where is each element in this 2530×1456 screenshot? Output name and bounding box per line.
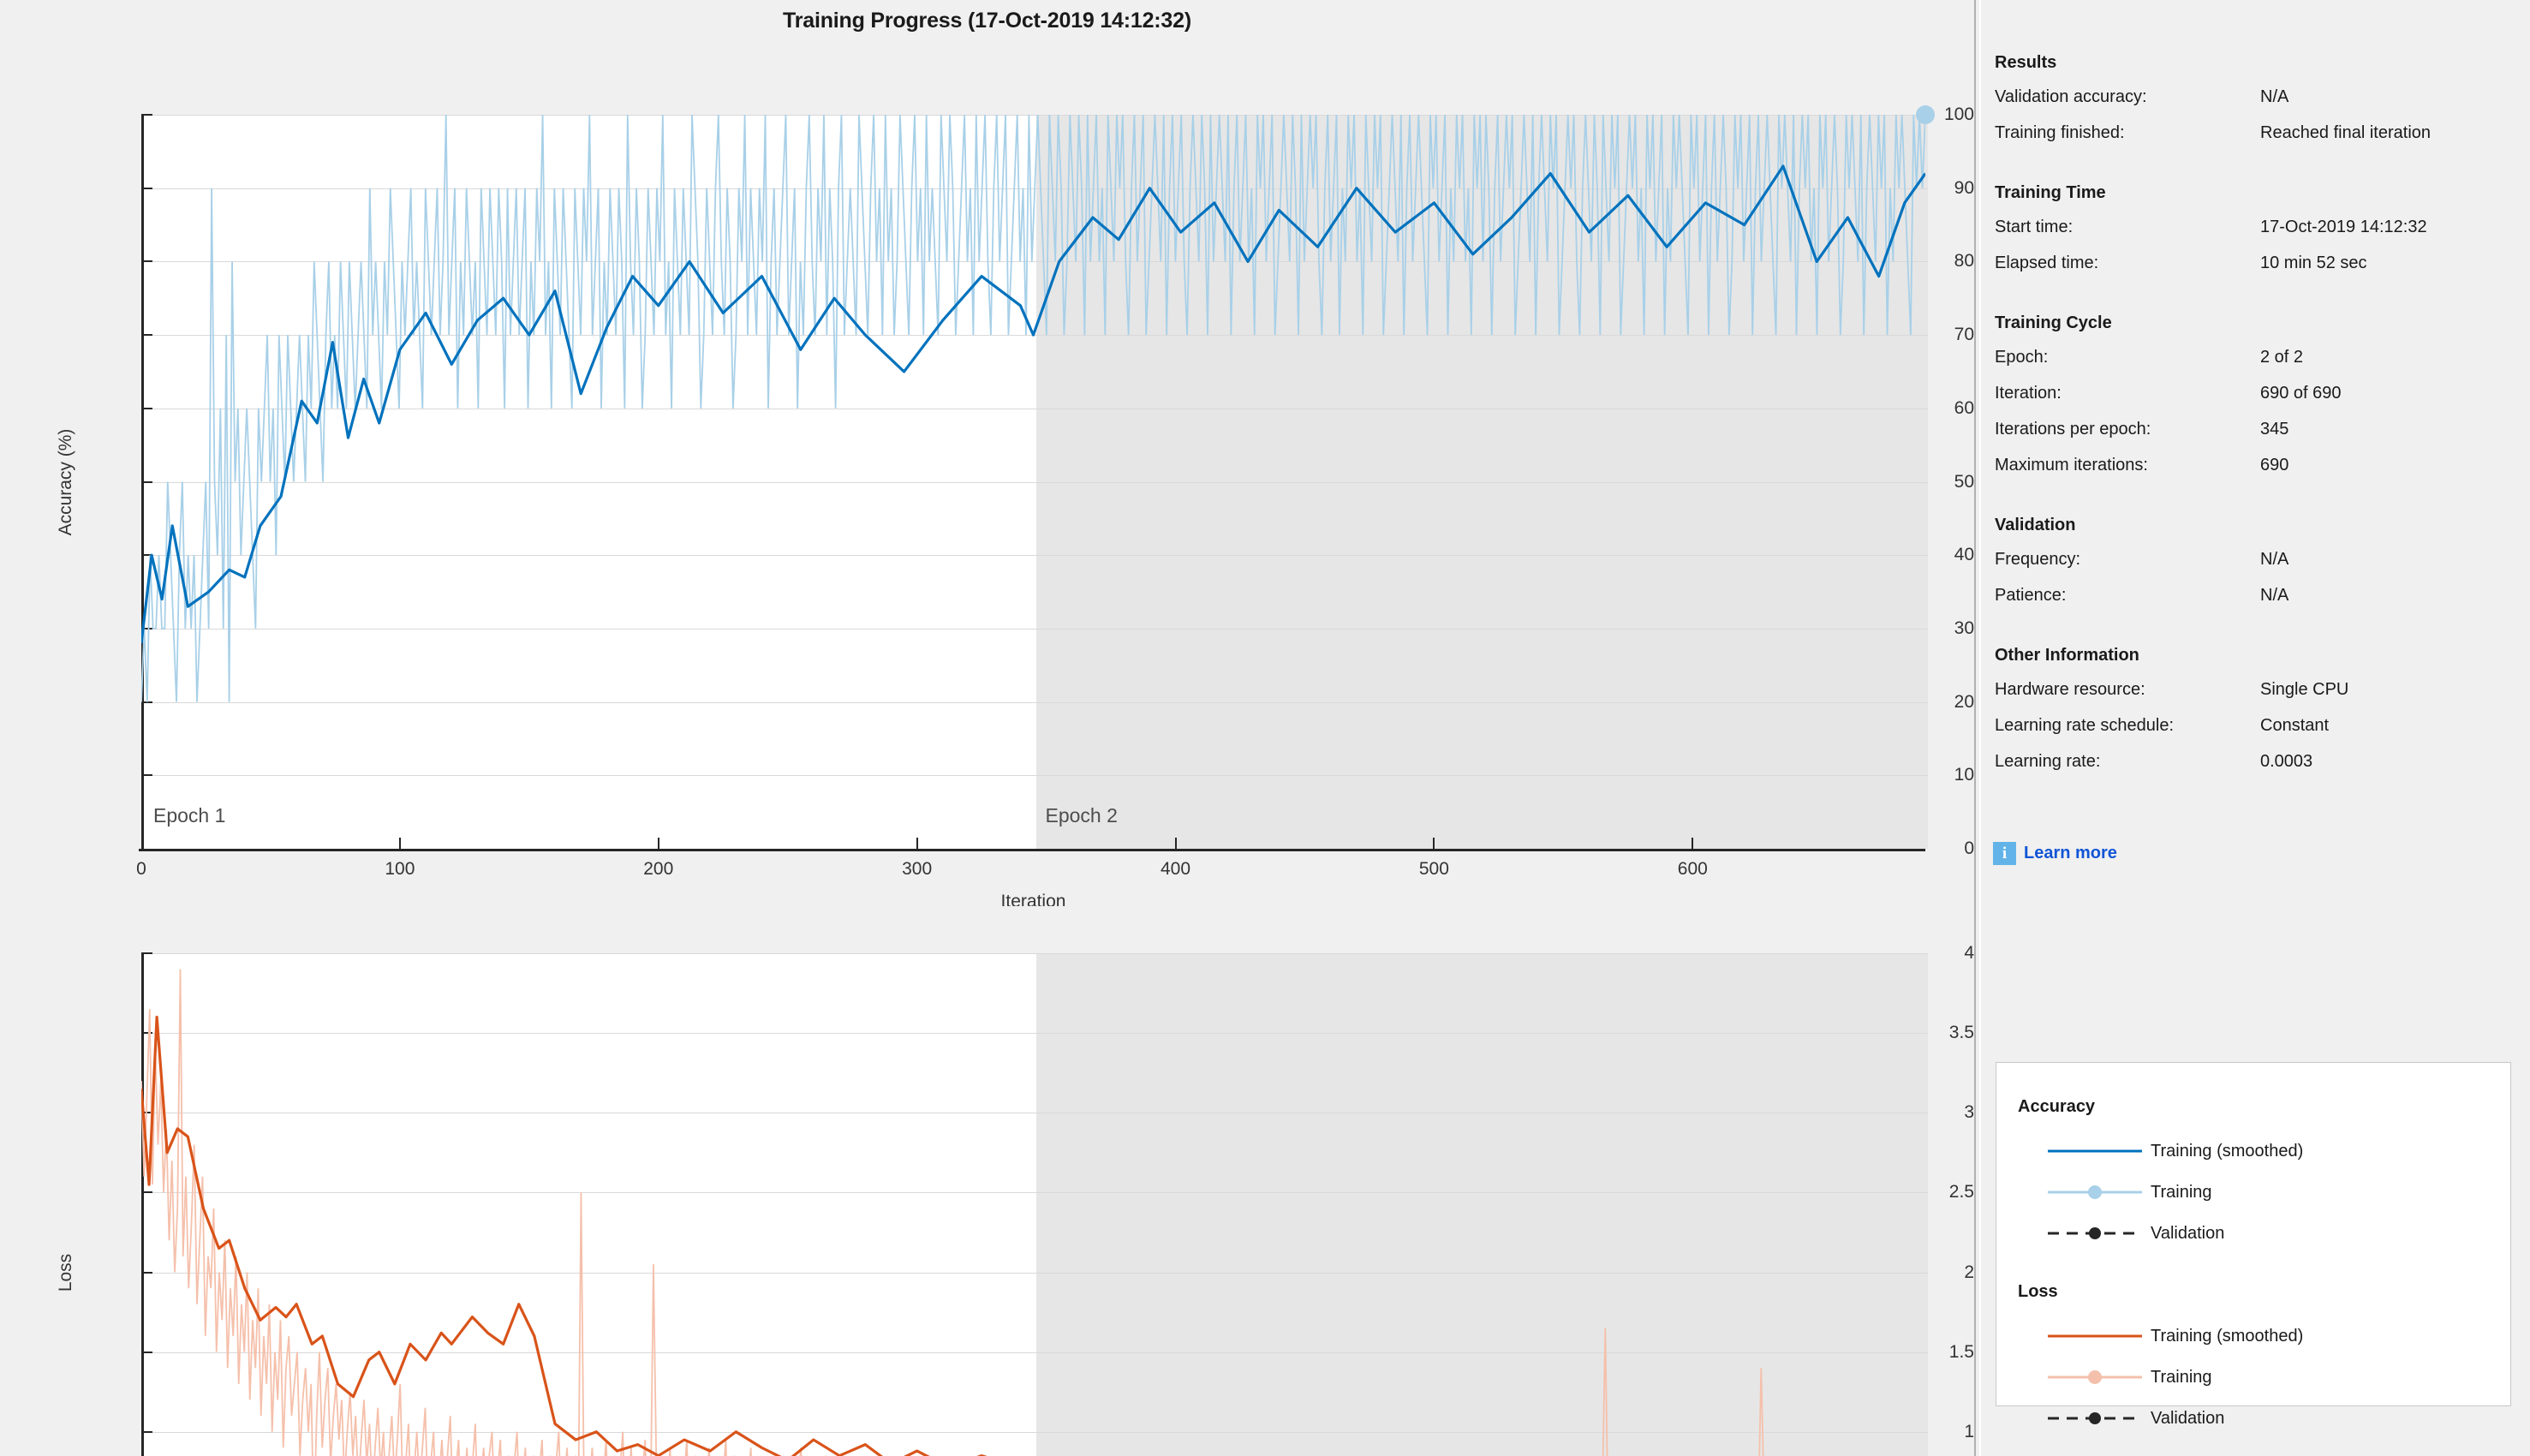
- learn-more-link[interactable]: i Learn more: [1993, 842, 2117, 865]
- info-row-label: Iteration:: [1995, 384, 2062, 403]
- chart-series-layer: [141, 969, 1764, 1456]
- final-iteration-marker: [1916, 105, 1935, 124]
- info-row-label: Start time:: [1995, 218, 2074, 236]
- info-row-label: Validation accuracy:: [1995, 87, 2147, 106]
- info-section-heading: Training Cycle: [1995, 313, 2112, 332]
- series-smoothed-line: [141, 1015, 988, 1456]
- legend-swatch-icon: [2048, 1407, 2142, 1429]
- info-row-value: 10 min 52 sec: [2260, 254, 2367, 272]
- legend-swatch-icon: [2048, 1140, 2142, 1162]
- legend-swatch-icon: [2048, 1366, 2142, 1388]
- info-section-heading: Other Information: [1995, 646, 2139, 665]
- page-title: Training Progress (17-Oct-2019 14:12:32): [783, 8, 1191, 33]
- legend-item-label: Validation: [2151, 1408, 2225, 1428]
- info-section-heading: Results: [1995, 53, 2057, 72]
- legend-item: Validation: [2048, 1222, 2224, 1244]
- info-row: Validation accuracy: N/A: [1995, 87, 2521, 108]
- legend-item: Training: [2048, 1181, 2212, 1203]
- info-row-value: N/A: [2260, 586, 2289, 605]
- legend-item-label: Training: [2151, 1367, 2212, 1387]
- info-row-value: Single CPU: [2260, 680, 2349, 699]
- info-row: Maximum iterations: 690: [1995, 456, 2521, 476]
- info-row-label: Hardware resource:: [1995, 680, 2145, 699]
- accuracy-chart-panel: 0 10 20 30 40 50 60 70 80 90 100 0 100 200 300 400 500 60…: [0, 41, 1974, 911]
- info-row-value: 690: [2260, 456, 2289, 474]
- info-row: Epoch: 2 of 2: [1995, 348, 2521, 368]
- info-row-value: N/A: [2260, 87, 2289, 106]
- info-row: Elapsed time: 10 min 52 sec: [1995, 254, 2521, 274]
- info-row-value: Reached final iteration: [2260, 123, 2432, 142]
- training-progress-window: Training Progress (17-Oct-2019 14:12:32)…: [0, 0, 2530, 1456]
- legend-swatch-icon: [2048, 1325, 2142, 1347]
- legend-item: Training: [2048, 1366, 2212, 1388]
- info-row-value: 2 of 2: [2260, 348, 2304, 367]
- legend-item: Training (smoothed): [2048, 1325, 2303, 1347]
- info-row-value: Constant: [2260, 716, 2330, 735]
- legend-item: Training (smoothed): [2048, 1140, 2303, 1162]
- info-row-value: 690 of 690: [2260, 384, 2342, 403]
- info-row-label: Elapsed time:: [1995, 254, 2099, 272]
- legend-item-label: Training: [2151, 1182, 2212, 1202]
- series-raw-line: [141, 115, 1925, 702]
- chart-legend: Accuracy Training (smoothed) Training Valid…: [1996, 1062, 2511, 1428]
- info-row-label: Learning rate schedule:: [1995, 716, 2175, 735]
- legend-item: Validation: [2048, 1407, 2224, 1429]
- legend-item-label: Validation: [2151, 1223, 2225, 1243]
- info-row: Training finished: Reached final iteratio…: [1995, 123, 2521, 144]
- info-row-value: 0.0003: [2260, 752, 2313, 771]
- series-raw-line: [141, 969, 1764, 1456]
- info-row: Learning rate: 0.0003: [1995, 752, 2521, 773]
- legend-group-heading: Accuracy: [2018, 1097, 2096, 1116]
- legend-item-label: Training (smoothed): [2151, 1141, 2304, 1161]
- info-section-heading: Validation: [1995, 516, 2076, 534]
- legend-swatch-icon: [2048, 1181, 2142, 1203]
- info-icon: i: [1993, 842, 2016, 865]
- info-row-label: Frequency:: [1995, 550, 2081, 569]
- info-row-label: Maximum iterations:: [1995, 456, 2148, 474]
- learn-more-label: Learn more: [2024, 844, 2117, 862]
- info-row-label: Training finished:: [1995, 123, 2125, 142]
- info-row: Patience: N/A: [1995, 586, 2521, 606]
- info-row-value: N/A: [2260, 550, 2289, 569]
- info-section-heading: Training Time: [1995, 183, 2106, 202]
- legend-group-heading: Loss: [2018, 1282, 2058, 1301]
- info-row: Frequency: N/A: [1995, 550, 2521, 570]
- legend-item-label: Training (smoothed): [2151, 1326, 2304, 1346]
- info-row: Iteration: 690 of 690: [1995, 384, 2521, 404]
- chart-series-layer: [141, 105, 1935, 702]
- info-row-label: Learning rate:: [1995, 752, 2101, 771]
- info-row-label: Patience:: [1995, 586, 2067, 605]
- info-row: Hardware resource: Single CPU: [1995, 680, 2521, 701]
- legend-swatch-icon: [2048, 1222, 2142, 1244]
- window-title-bar: Training Progress (17-Oct-2019 14:12:32): [0, 0, 1974, 41]
- info-row: Iterations per epoch: 345: [1995, 420, 2521, 440]
- info-row: Start time: 17-Oct-2019 14:12:32: [1995, 218, 2521, 238]
- info-row-value: 17-Oct-2019 14:12:32: [2260, 218, 2427, 236]
- info-row-value: 345: [2260, 420, 2289, 439]
- info-row-label: Iterations per epoch:: [1995, 420, 2151, 439]
- info-row-label: Epoch:: [1995, 348, 2049, 367]
- info-row: Learning rate schedule: Constant: [1995, 716, 2521, 737]
- loss-chart-panel: 00.511.522.533.540100200300400500600Iter…: [0, 906, 1974, 1456]
